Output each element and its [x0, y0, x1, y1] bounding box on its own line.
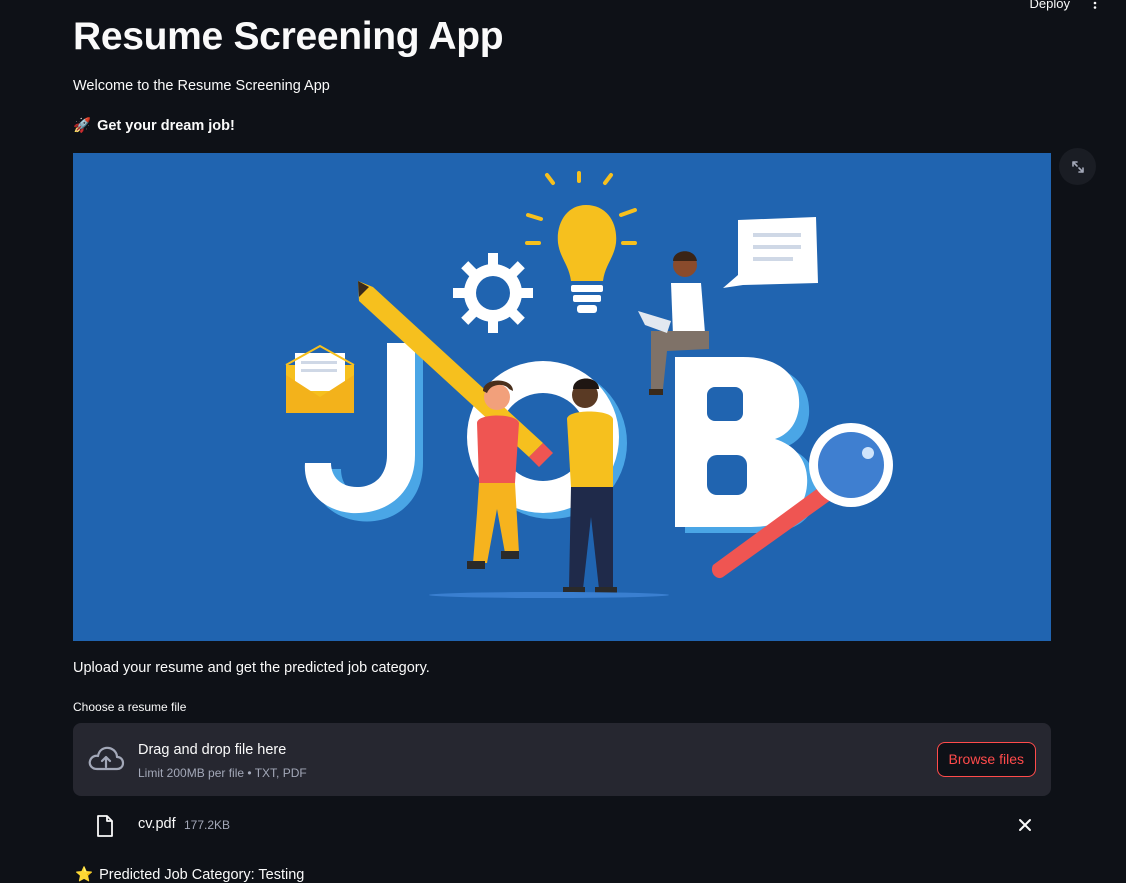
welcome-text: Welcome to the Resume Screening App: [73, 78, 330, 94]
uploaded-file-item: cv.pdf 177.2KB: [73, 808, 1051, 842]
more-vertical-icon[interactable]: [1090, 0, 1100, 9]
expand-icon: [1071, 160, 1084, 173]
uploaded-file-name: cv.pdf: [138, 816, 176, 832]
file-icon: [97, 815, 113, 837]
fullscreen-button[interactable]: [1059, 148, 1096, 185]
dropzone-instruction: Drag and drop file here: [138, 742, 287, 758]
tagline: 🚀 Get your dream job!: [73, 117, 235, 135]
rocket-icon: 🚀: [73, 118, 92, 134]
tagline-text: Get your dream job!: [97, 117, 235, 134]
top-toolbar: Deploy: [0, 0, 1126, 12]
close-icon[interactable]: [1017, 817, 1033, 833]
upload-instructions: Upload your resume and get the predicted…: [73, 660, 430, 676]
cloud-upload-icon: [88, 746, 125, 771]
prediction-text: Predicted Job Category: Testing: [99, 866, 305, 883]
file-uploader-label: Choose a resume file: [73, 700, 187, 714]
browse-files-button[interactable]: Browse files: [936, 742, 1036, 777]
dropzone-limit: Limit 200MB per file • TXT, PDF: [138, 766, 307, 780]
envelope-icon: [285, 344, 355, 413]
deploy-button[interactable]: Deploy: [1030, 0, 1070, 11]
prediction-result: ⭐ Predicted Job Category: Testing: [75, 866, 304, 883]
star-icon: ⭐: [75, 867, 94, 883]
uploaded-file-size: 177.2KB: [184, 818, 231, 832]
gear-icon: [453, 253, 533, 333]
page-title: Resume Screening App: [73, 15, 504, 58]
file-dropzone[interactable]: Drag and drop file here Limit 200MB per …: [73, 723, 1051, 796]
hero-image: [73, 153, 1051, 641]
